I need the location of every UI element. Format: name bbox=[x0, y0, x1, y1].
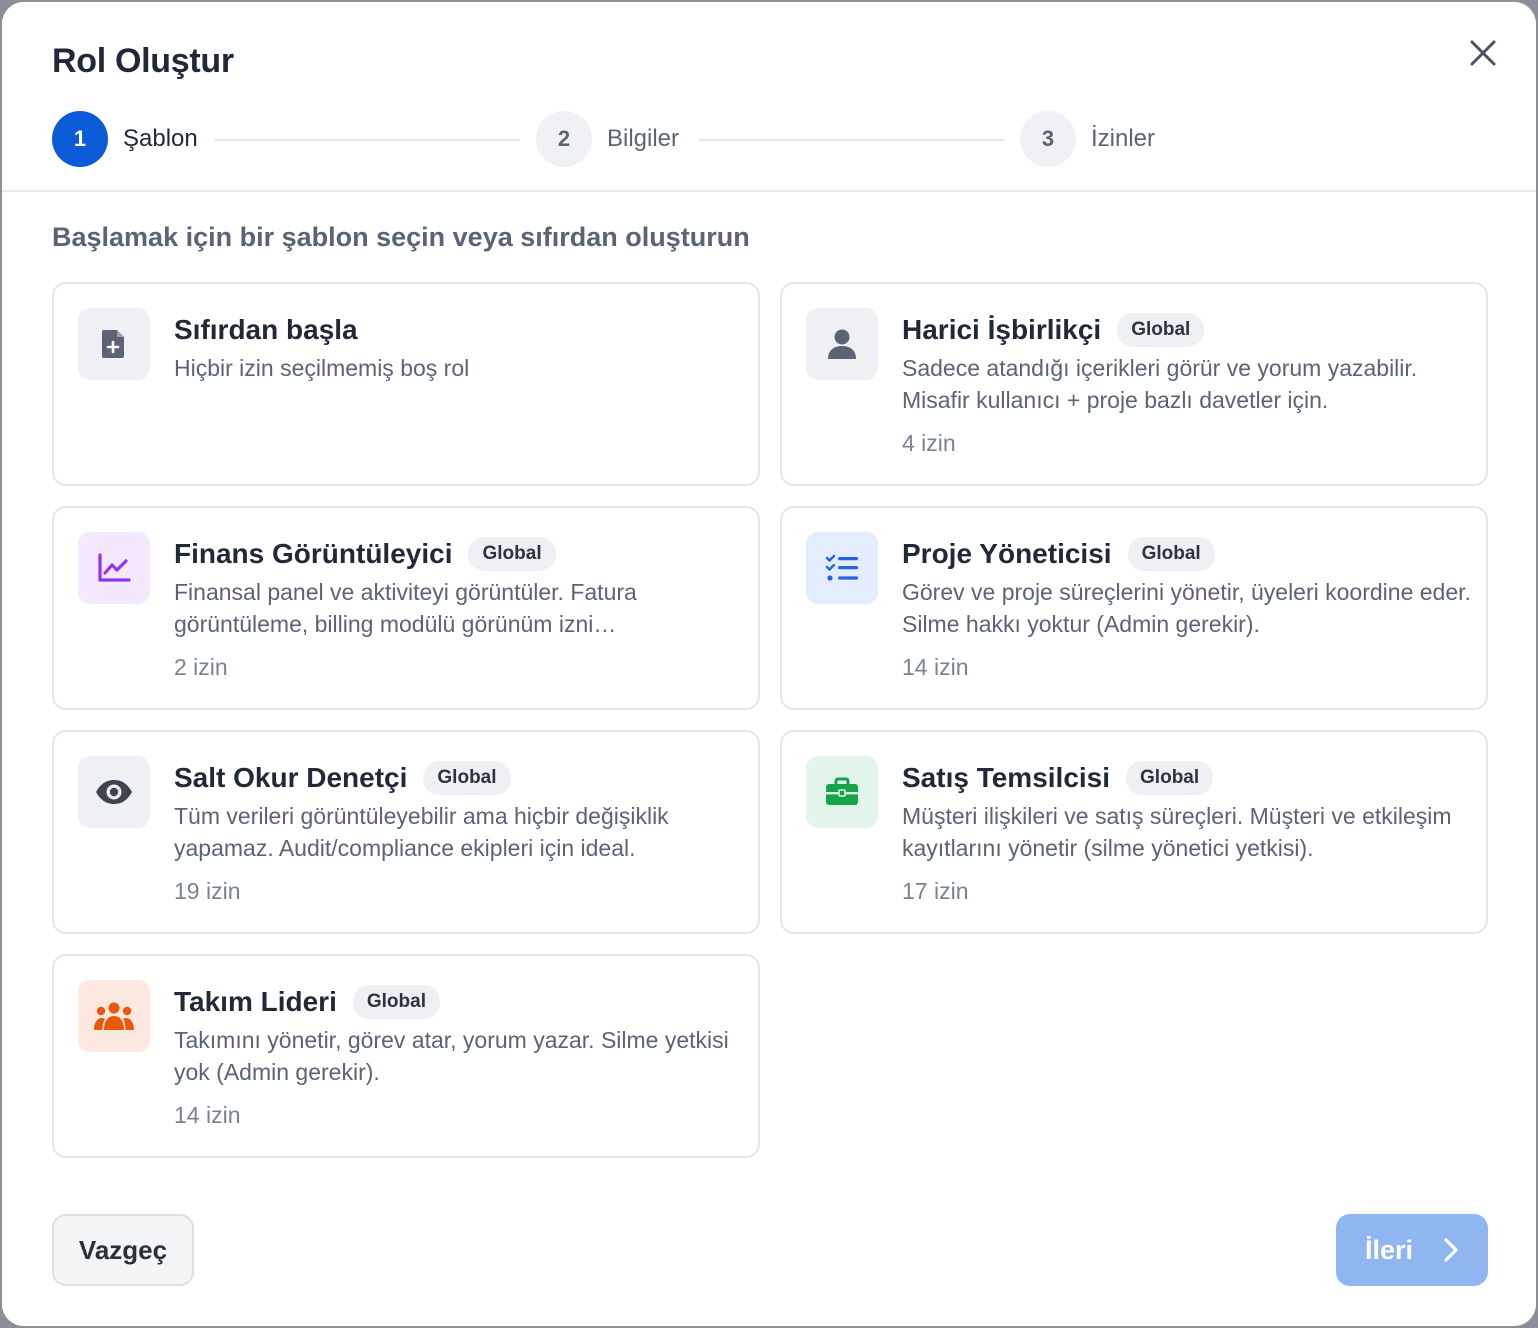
template-card-sales-rep[interactable]: Satış Temsilcisi Global Müşteri ilişkile… bbox=[780, 730, 1488, 934]
eye-icon bbox=[96, 780, 132, 804]
permission-count: 14 izin bbox=[174, 1102, 241, 1128]
step-connector bbox=[699, 139, 1004, 141]
users-icon bbox=[94, 1002, 134, 1030]
template-icon-box bbox=[78, 532, 150, 604]
close-button[interactable] bbox=[1462, 32, 1504, 74]
step-1-label: Şablon bbox=[123, 125, 198, 152]
template-title: Proje Yöneticisi bbox=[902, 538, 1112, 569]
permission-count: 2 izin bbox=[174, 654, 228, 680]
template-description: Sadece atandığı içerikleri görür ve yoru… bbox=[902, 355, 1418, 413]
next-button-label: İleri bbox=[1364, 1234, 1414, 1265]
template-icon-box bbox=[78, 756, 150, 828]
permission-count: 17 izin bbox=[902, 878, 969, 904]
template-icon-box bbox=[78, 308, 150, 380]
step-2-label: Bilgiler bbox=[607, 125, 680, 152]
template-card-external-collaborator[interactable]: Harici İşbirlikçi Global Sadece atandığı… bbox=[780, 282, 1488, 486]
dialog-footer: Vazgeç İleri bbox=[2, 1166, 1536, 1326]
global-badge: Global bbox=[1127, 537, 1215, 571]
template-title: Salt Okur Denetçi bbox=[174, 762, 408, 793]
dialog-body: Başlamak için bir şablon seçin veya sıfı… bbox=[2, 194, 1536, 1166]
briefcase-icon bbox=[826, 777, 858, 805]
template-icon-box bbox=[806, 308, 878, 380]
create-role-dialog: Rol Oluştur 1 Şablon 2 Bilgiler 3 İzinle… bbox=[2, 2, 1536, 1326]
dialog-header: Rol Oluştur 1 Şablon 2 Bilgiler 3 İzinle… bbox=[2, 2, 1536, 192]
permission-count: 19 izin bbox=[174, 878, 241, 904]
chevron-right-icon bbox=[1444, 1238, 1458, 1262]
template-description: Tüm verileri görüntüleyebilir ama hiçbir… bbox=[174, 803, 669, 861]
template-title: Sıfırdan başla bbox=[174, 314, 358, 345]
step-2-circle: 2 bbox=[536, 111, 592, 167]
section-subtitle: Başlamak için bir şablon seçin veya sıfı… bbox=[52, 222, 750, 252]
global-badge: Global bbox=[352, 985, 440, 1019]
permission-count: 4 izin bbox=[902, 430, 956, 456]
template-title: Finans Görüntüleyici bbox=[174, 538, 453, 569]
user-icon bbox=[828, 329, 856, 359]
template-description: Müşteri ilişkileri ve satış süreçleri. M… bbox=[902, 803, 1452, 861]
template-card-team-lead[interactable]: Takım Lideri Global Takımını yönetir, gö… bbox=[52, 954, 760, 1158]
step-connector bbox=[215, 139, 520, 141]
template-card-project-manager[interactable]: Proje Yöneticisi Global Görev ve proje s… bbox=[780, 506, 1488, 710]
template-card-blank[interactable]: Sıfırdan başla Hiçbir izin seçilmemiş bo… bbox=[52, 282, 760, 486]
cancel-button[interactable]: Vazgeç bbox=[52, 1214, 194, 1286]
template-icon-box bbox=[806, 756, 878, 828]
template-title: Harici İşbirlikçi bbox=[902, 314, 1102, 345]
template-icon-box bbox=[78, 980, 150, 1052]
template-description: Finansal panel ve aktiviteyi görüntüler.… bbox=[174, 579, 637, 637]
template-card-readonly-auditor[interactable]: Salt Okur Denetçi Global Tüm verileri gö… bbox=[52, 730, 760, 934]
list-check-icon bbox=[825, 554, 858, 581]
permission-count: 14 izin bbox=[902, 654, 969, 680]
global-badge: Global bbox=[468, 537, 556, 571]
template-title: Satış Temsilcisi bbox=[902, 762, 1111, 793]
chart-line-icon bbox=[98, 553, 131, 582]
dialog-title: Rol Oluştur bbox=[52, 42, 234, 80]
template-title: Takım Lideri bbox=[174, 986, 337, 1017]
global-badge: Global bbox=[423, 761, 511, 795]
template-description: Takımını yönetir, görev atar, yorum yaza… bbox=[174, 1027, 729, 1085]
template-icon-box bbox=[806, 532, 878, 604]
next-button[interactable]: İleri bbox=[1336, 1214, 1488, 1286]
global-badge: Global bbox=[1126, 761, 1214, 795]
close-icon bbox=[1470, 40, 1496, 66]
step-3-label: İzinler bbox=[1091, 125, 1156, 152]
template-description: Hiçbir izin seçilmemiş boş rol bbox=[174, 355, 470, 381]
template-card-finance-viewer[interactable]: Finans Görüntüleyici Global Finansal pan… bbox=[52, 506, 760, 710]
step-3-circle: 3 bbox=[1020, 111, 1076, 167]
step-1-circle: 1 bbox=[52, 111, 108, 167]
global-badge: Global bbox=[1117, 313, 1205, 347]
file-plus-icon bbox=[102, 330, 124, 358]
template-description: Görev ve proje süreçlerini yönetir, üyel… bbox=[902, 579, 1471, 637]
